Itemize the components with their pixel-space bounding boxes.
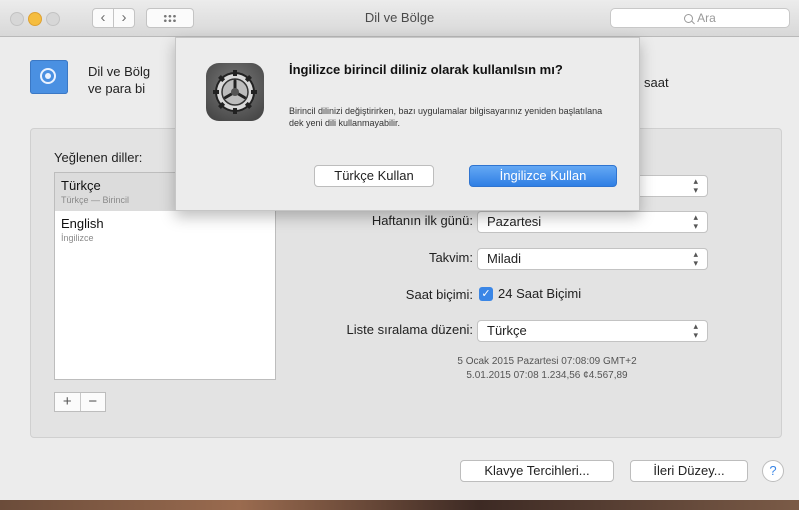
- search-input[interactable]: Ara: [610, 8, 790, 28]
- calendar-value: Miladi: [487, 251, 521, 266]
- language-name: Türkçe: [61, 178, 101, 193]
- remove-language-button[interactable]: −: [79, 393, 106, 411]
- header-line-1: Dil ve Bölg: [88, 64, 151, 79]
- search-placeholder: Ara: [697, 11, 716, 25]
- add-language-button[interactable]: +: [55, 393, 80, 411]
- header-line-2: ve para bi: [88, 81, 146, 96]
- calendar-label: Takvim:: [428, 250, 473, 265]
- first-day-value: Pazartesi: [487, 214, 542, 229]
- language-subtitle: İngilizce: [61, 233, 94, 243]
- chevron-updown-icon: ▴ ▾: [693, 249, 698, 268]
- sort-order-value: Türkçe: [487, 323, 527, 338]
- chevron-updown-icon: ▴ ▾: [693, 212, 698, 231]
- chevron-updown-icon: ▴ ▾: [693, 321, 698, 340]
- dialog-title: İngilizce birincil diliniz olarak kullan…: [289, 62, 563, 77]
- add-remove-control: + −: [54, 392, 106, 412]
- title-bar: ‹ › Dil ve Bölge Ara: [0, 0, 799, 37]
- list-item[interactable]: English İngilizce: [55, 211, 275, 249]
- calendar-popup[interactable]: Miladi ▴ ▾: [477, 248, 708, 270]
- sort-order-popup[interactable]: Türkçe ▴ ▾: [477, 320, 708, 342]
- 24-hour-checkbox-label[interactable]: 24 Saat Biçimi: [498, 286, 581, 301]
- use-turkish-button[interactable]: Türkçe Kullan: [314, 165, 434, 187]
- confirm-language-dialog: İngilizce birincil diliniz olarak kullan…: [175, 37, 640, 211]
- search-icon: [684, 14, 694, 23]
- sample-numbers: 5.01.2015 07:08 1.234,56 ¢4.567,89: [466, 370, 628, 381]
- header-description: Dil ve Bölg ve para bi: [88, 63, 150, 97]
- preferred-languages-label: Yeğlenen diller:: [54, 150, 143, 165]
- header-right-fragment: saat: [644, 75, 669, 90]
- un-flag-icon: [30, 60, 68, 94]
- keyboard-preferences-button[interactable]: Klavye Tercihleri...: [460, 460, 614, 482]
- chevron-updown-icon: ▴ ▾: [693, 176, 698, 195]
- desktop-background-strip: [0, 500, 799, 510]
- first-day-label: Haftanın ilk günü:: [371, 213, 473, 228]
- language-name: English: [61, 216, 104, 231]
- dialog-message: Birincil dilinizi değiştirirken, bazı uy…: [289, 106, 603, 128]
- language-subtitle: Türkçe — Birincil: [61, 195, 130, 205]
- first-day-popup[interactable]: Pazartesi ▴ ▾: [477, 211, 708, 233]
- help-button[interactable]: ?: [762, 460, 784, 482]
- sample-date: 5 Ocak 2015 Pazartesi 07:08:09 GMT+2: [457, 356, 637, 367]
- use-english-button[interactable]: İngilizce Kullan: [469, 165, 617, 187]
- advanced-button[interactable]: İleri Düzey...: [630, 460, 748, 482]
- time-format-label: Saat biçimi:: [405, 287, 473, 302]
- 24-hour-checkbox[interactable]: ✓: [479, 287, 493, 301]
- sort-order-label: Liste sıralama düzeni:: [346, 322, 473, 337]
- system-preferences-gear-icon: [206, 63, 264, 121]
